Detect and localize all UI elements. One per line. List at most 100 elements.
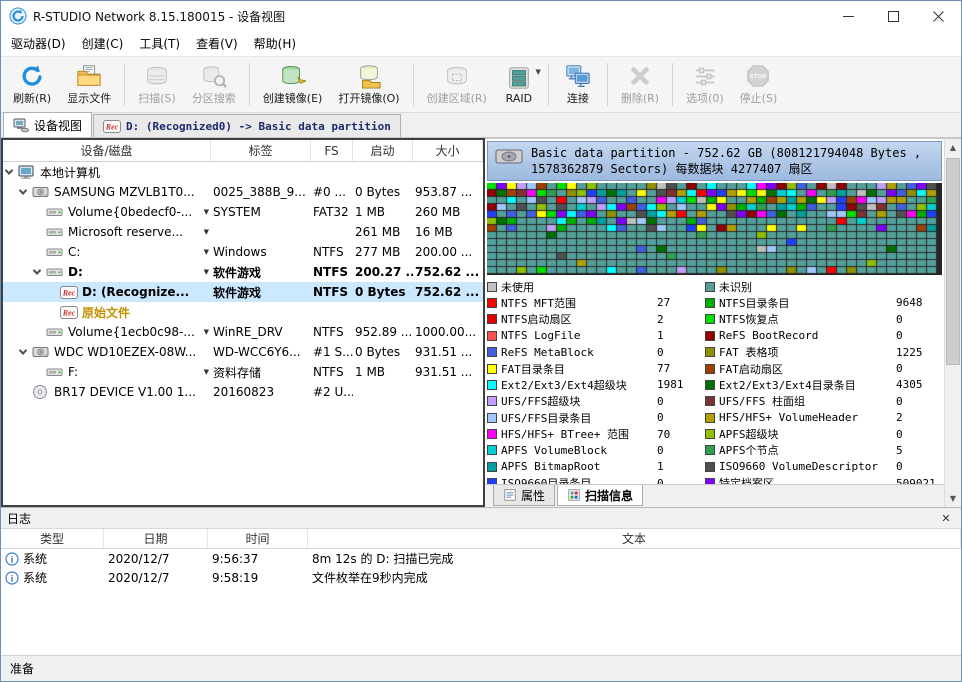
tree-row-drive-c[interactable]: C:▼WindowsNTFS277 MB200.00 ... [3, 242, 483, 262]
toolbar-button-label: 分区搜索 [192, 90, 236, 106]
tree-column-header-size[interactable]: 大小 [413, 140, 483, 161]
tree-column-header-boot[interactable]: 启动 [353, 140, 413, 161]
scan-button: 扫描(S) [130, 59, 184, 110]
legend-value: 2 [657, 313, 703, 326]
minimize-button[interactable] [826, 1, 871, 31]
tree-row-samsung-disk[interactable]: SAMSUNG MZVLB1T0...0025_388B_9...#0 ...0… [3, 182, 483, 202]
cell-boot: 0 Bytes [353, 182, 413, 202]
menu-item-drive[interactable]: 驱动器(D) [3, 31, 74, 56]
menu-item-create[interactable]: 创建(C) [74, 31, 132, 56]
svg-text:Rec: Rec [62, 308, 76, 317]
log-row[interactable]: i系统2020/12/79:56:378m 12s 的 D: 扫描已完成 [1, 549, 961, 568]
log-close-icon[interactable]: ✕ [937, 512, 955, 525]
mount-dropdown-icon[interactable]: ▼ [201, 368, 209, 376]
log-column-header-text[interactable]: 文本 [308, 529, 961, 548]
sector-map[interactable] [487, 183, 939, 275]
expander-icon[interactable] [19, 186, 27, 194]
legend-entry-left-0: 未使用 [487, 278, 703, 294]
properties-icon [503, 488, 517, 502]
toolbar-button-label: 选项(0) [686, 90, 724, 106]
log-info-icon: i [5, 571, 19, 585]
cell-size: 931.51 ... [413, 362, 483, 382]
options-button: 选项(0) [678, 59, 732, 110]
legend-entry-right-9: APFS超级块0 [705, 426, 942, 442]
tree-row-volume-0bedecf0[interactable]: Volume{0bedecf0-...▼SYSTEMFAT321 MB260 M… [3, 202, 483, 222]
tab-properties[interactable]: 属性 [493, 485, 555, 506]
device-name: 本地计算机 [40, 164, 100, 181]
expander-icon[interactable] [19, 346, 27, 354]
expander-icon[interactable] [5, 166, 13, 174]
legend-value: 0 [657, 411, 703, 424]
scroll-down-icon[interactable]: ▼ [945, 490, 961, 507]
cell-size: 16 MB [413, 222, 483, 242]
refresh-button[interactable]: 刷新(R) [5, 59, 59, 110]
scrollbar-thumb[interactable] [946, 158, 960, 365]
cell-size: 953.87 ... [413, 182, 483, 202]
tree-column-header-label[interactable]: 标签 [211, 140, 311, 161]
log-row[interactable]: i系统2020/12/79:58:19文件枚举在9秒内完成 [1, 568, 961, 587]
maximize-button[interactable] [871, 1, 916, 31]
close-button[interactable] [916, 1, 961, 31]
menu-item-tools[interactable]: 工具(T) [131, 31, 188, 56]
legend-swatch [705, 331, 715, 341]
tab-scan-info[interactable]: 扫描信息 [557, 485, 643, 506]
tab-scan-result[interactable]: RecD: (Recognized0) -> Basic data partit… [93, 114, 401, 137]
stop-icon: STOP [745, 63, 771, 89]
tree-row-wdc-disk[interactable]: WDC WD10EZEX-08W...WD-WCC6Y6...#1 S...0 … [3, 342, 483, 362]
mount-dropdown-icon[interactable]: ▼ [201, 208, 209, 216]
mount-dropdown-icon[interactable]: ▼ [201, 248, 209, 256]
cell-label: 软件游戏 [211, 282, 311, 302]
tab-label: D: (Recognized0) -> Basic data partition [126, 120, 391, 133]
tree-row-drive-f[interactable]: F:▼资料存储NTFS1 MB931.51 ... [3, 362, 483, 382]
cell-label: SYSTEM [211, 202, 311, 222]
toolbar: 刷新(R)显示文件扫描(S)分区搜索创建镜像(E)打开镜像(O)创建区域(R)R… [1, 57, 961, 113]
expander-icon[interactable] [33, 266, 41, 274]
toolbar-button-label: RAID [506, 92, 532, 105]
log-column-header-date[interactable]: 日期 [104, 529, 208, 548]
cell-size: 1000.00... [413, 322, 483, 342]
vertical-scrollbar[interactable]: ▲ ▼ [944, 139, 961, 507]
tree-column-header-fs[interactable]: FS [311, 140, 353, 161]
menu-item-help[interactable]: 帮助(H) [246, 31, 304, 56]
tree-row-drive-d-recognized[interactable]: RecD: (Recognize...软件游戏NTFS0 Bytes752.62… [3, 282, 483, 302]
computer-icon [18, 164, 36, 180]
legend-value: 4305 [896, 378, 942, 391]
legend-label: NTFS启动扇区 [501, 311, 657, 327]
legend-swatch [705, 396, 715, 406]
toolbar-separator [672, 63, 673, 106]
log-column-header-type[interactable]: 类型 [1, 529, 104, 548]
log-column-header-time[interactable]: 时间 [208, 529, 308, 548]
device-name: WDC WD10EZEX-08W... [54, 345, 196, 359]
show-files-button[interactable]: 显示文件 [59, 59, 119, 110]
tree-row-br17-device[interactable]: BR17 DEVICE V1.00 1...20160823#2 U... [3, 382, 483, 402]
cell-label [211, 222, 311, 242]
legend-swatch [487, 314, 497, 324]
create-image-button[interactable]: 创建镜像(E) [255, 59, 331, 110]
log-title: 日志 [7, 510, 31, 527]
tree-row-volume-1ecb0c98[interactable]: Volume{1ecb0c98-...▼WinRE_DRVNTFS952.89 … [3, 322, 483, 342]
mount-dropdown-icon[interactable]: ▼ [201, 268, 209, 276]
connect-button[interactable]: 连接 [554, 59, 602, 110]
tree-row-microsoft-reserved[interactable]: Microsoft reserve...▼261 MB16 MB [3, 222, 483, 242]
tree-column-header-name[interactable]: 设备/磁盘 [3, 140, 211, 161]
scrollbar-track[interactable] [945, 156, 961, 490]
legend-label: HFS/HFS+ BTree+ 范围 [501, 426, 657, 442]
volume-icon [46, 324, 64, 340]
cell-boot: 1 MB [353, 362, 413, 382]
legend-value: 0 [657, 444, 703, 457]
partition-search-icon [201, 63, 227, 89]
scroll-up-icon[interactable]: ▲ [945, 139, 961, 156]
tree-row-local-computer[interactable]: 本地计算机 [3, 162, 483, 182]
mount-dropdown-icon[interactable]: ▼ [201, 328, 209, 336]
open-image-button[interactable]: 打开镜像(O) [330, 59, 407, 110]
tree-row-raw-files[interactable]: Rec原始文件 [3, 302, 483, 322]
partition-summary-text: Basic data partition - 752.62 GB (808121… [531, 145, 935, 177]
cell-fs: NTFS [311, 242, 353, 262]
tree-row-drive-d[interactable]: D:▼软件游戏NTFS200.27 ...752.62 ... [3, 262, 483, 282]
dropdown-arrow-icon[interactable]: ▼ [535, 68, 540, 76]
menu-item-view[interactable]: 查看(V) [188, 31, 246, 56]
raid-button[interactable]: RAID ▼ [495, 59, 543, 110]
mount-dropdown-icon[interactable]: ▼ [201, 228, 209, 236]
tab-device-view[interactable]: 设备视图 [3, 112, 92, 137]
scan-icon [144, 63, 170, 89]
